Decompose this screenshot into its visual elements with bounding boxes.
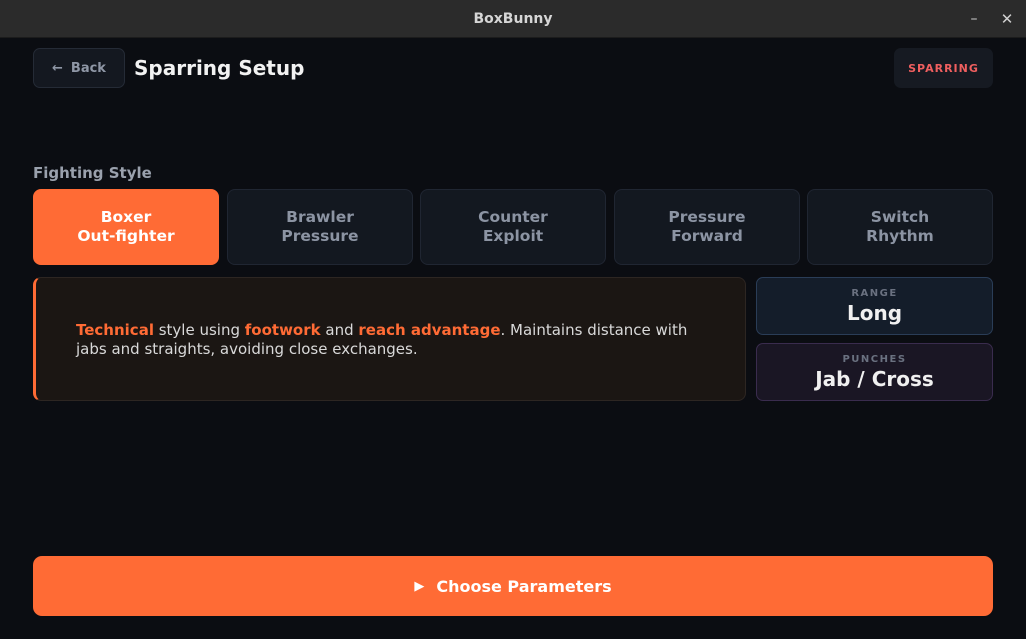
description-text: and: [320, 321, 359, 339]
app-content: ← Back Sparring Setup SPARRING Fighting …: [0, 38, 1026, 639]
style-option-title: Boxer: [100, 208, 152, 226]
fighting-style-label: Fighting Style: [33, 164, 152, 182]
highlight-word: Technical: [76, 321, 154, 339]
back-button[interactable]: ← Back: [33, 48, 125, 88]
back-button-label: Back: [70, 60, 106, 76]
style-option-subtitle: Out-fighter: [77, 227, 175, 245]
punches-label: PUNCHES: [842, 353, 907, 365]
choose-parameters-button[interactable]: ▶ Choose Parameters: [33, 556, 993, 616]
highlight-word: reach advantage: [358, 321, 501, 339]
style-option-subtitle: Pressure: [281, 227, 359, 245]
highlight-word: footwork: [244, 321, 321, 339]
range-stat-card: RANGE Long: [756, 277, 993, 335]
range-value: Long: [846, 300, 903, 325]
style-option-title: Switch: [870, 208, 930, 226]
style-option-pressure[interactable]: Pressure Forward: [614, 189, 800, 265]
style-option-title: Brawler: [286, 208, 354, 226]
choose-parameters-label: Choose Parameters: [436, 576, 612, 596]
range-label: RANGE: [851, 287, 898, 299]
style-option-switch[interactable]: Switch Rhythm: [807, 189, 993, 265]
close-icon[interactable]: ✕: [997, 9, 1017, 29]
punches-value: Jab / Cross: [815, 366, 934, 391]
mode-badge: SPARRING: [894, 48, 993, 88]
style-option-counter[interactable]: Counter Exploit: [420, 189, 606, 265]
style-description-card: Technical style using footwork and reach…: [33, 277, 746, 401]
style-option-subtitle: Forward: [671, 227, 743, 245]
page-title: Sparring Setup: [134, 56, 305, 80]
description-text: style using: [153, 321, 245, 339]
minimize-icon[interactable]: –: [964, 9, 984, 29]
style-option-title: Pressure: [668, 208, 746, 226]
style-option-subtitle: Rhythm: [866, 227, 934, 245]
window-titlebar: BoxBunny – ✕: [0, 0, 1026, 38]
style-option-title: Counter: [478, 208, 548, 226]
punches-stat-card: PUNCHES Jab / Cross: [756, 343, 993, 401]
style-option-brawler[interactable]: Brawler Pressure: [227, 189, 413, 265]
fighting-style-options: Boxer Out-fighter Brawler Pressure Count…: [33, 189, 993, 265]
style-option-subtitle: Exploit: [482, 227, 544, 245]
style-option-boxer[interactable]: Boxer Out-fighter: [33, 189, 219, 265]
play-icon: ▶: [414, 578, 425, 594]
back-arrow-icon: ←: [52, 60, 63, 76]
style-description: Technical style using footwork and reach…: [76, 321, 705, 359]
window-title: BoxBunny: [473, 10, 553, 27]
